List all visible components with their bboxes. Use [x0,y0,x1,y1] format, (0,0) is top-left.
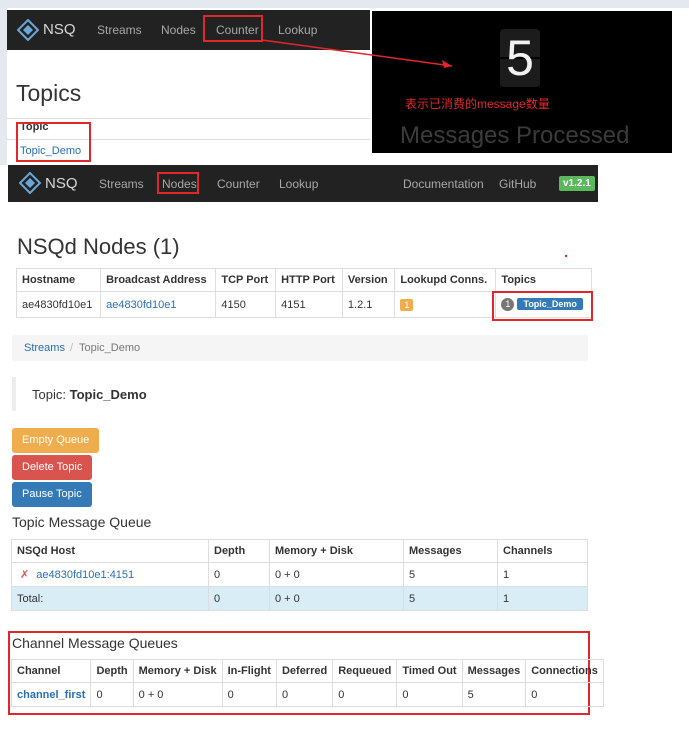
table-header-row: NSQd Host Depth Memory + Disk Messages C… [11,539,588,563]
channel-link[interactable]: channel_first [10,682,92,707]
messages-cell: 5 [461,682,527,707]
col-version: Version [341,268,396,292]
channels-cell: 1 [497,562,588,587]
brand[interactable]: NSQ [45,175,78,192]
messages-cell: 5 [403,562,498,587]
lookupd-badge: 1 [400,298,414,311]
col-connections: Connections [525,659,604,683]
cmq-table: Channel Depth Memory + Disk In-Flight De… [10,659,604,707]
total-depth: 0 [208,586,270,611]
second-navbar: NSQ Streams Nodes Counter Lookup Documen… [8,165,598,202]
col-messages: Messages [461,659,527,683]
nsq-logo-icon [19,172,41,194]
nav-streams[interactable]: Streams [99,177,144,191]
table-header-row: Hostname Broadcast Address TCP Port HTTP… [15,268,592,292]
highlight-topic-badge [492,291,593,321]
mem-cell: 0 + 0 [269,562,404,587]
breadcrumb-current: Topic_Demo [79,342,141,354]
breadcrumb-separator: / [70,342,74,354]
nav-lookup[interactable]: Lookup [279,177,318,191]
total-row: Total: 0 0 + 0 5 1 [11,586,588,611]
topic-header-label: Topic: [32,387,66,402]
col-http-port: HTTP Port [275,268,343,292]
table-row: channel_first 0 0 + 0 0 0 0 0 5 0 [10,682,604,707]
tombstone-icon[interactable]: ✗ [20,569,29,581]
tmq-title: Topic Message Queue [12,514,152,530]
host-link[interactable]: ae4830fd10e1:4151 [36,569,134,581]
broadcast-link[interactable]: ae4830fd10e1 [100,291,217,318]
cmq-title: Channel Message Queues [12,635,178,651]
breadcrumb-streams[interactable]: Streams [24,335,65,361]
col-hostname: Hostname [15,268,102,292]
nav-github[interactable]: GitHub [499,177,536,191]
depth-cell: 0 [90,682,134,707]
pause-topic-button[interactable]: Pause Topic [12,482,92,507]
requeued-cell: 0 [332,682,398,707]
table-row: ✗ ae4830fd10e1:4151 0 0 + 0 5 1 [11,562,588,587]
host-cell: ✗ ae4830fd10e1:4151 [11,562,209,587]
col-lookupd: Lookupd Conns. [394,268,497,292]
col-nsqd-host: NSQd Host [11,539,209,563]
mem-cell: 0 + 0 [132,682,223,707]
col-memory-disk: Memory + Disk [132,659,223,683]
highlight-nodes [157,172,199,194]
depth-cell: 0 [208,562,270,587]
nav-documentation[interactable]: Documentation [403,177,484,191]
connections-cell: 0 [525,682,604,707]
timedout-cell: 0 [396,682,463,707]
col-memory-disk: Memory + Disk [269,539,404,563]
col-deferred: Deferred [275,659,334,683]
col-in-flight: In-Flight [221,659,277,683]
col-requeued: Requeued [332,659,398,683]
col-topics: Topics [495,268,592,292]
total-channels: 1 [497,586,588,611]
col-broadcast: Broadcast Address [100,268,217,292]
nav-counter[interactable]: Counter [217,177,260,191]
version-badge: v1.2.1 [559,176,595,191]
total-messages: 5 [403,586,498,611]
delete-topic-button[interactable]: Delete Topic [12,455,93,480]
empty-queue-button[interactable]: Empty Queue [12,428,100,453]
topic-header-name: Topic_Demo [69,387,147,402]
lookupd-cell: 1 [394,291,497,318]
tcp-cell: 4150 [215,291,277,318]
col-timed-out: Timed Out [396,659,463,683]
deferred-cell: 0 [275,682,334,707]
col-channels: Channels [497,539,588,563]
hostname-cell: ae4830fd10e1 [15,291,102,318]
breadcrumb: Streams / Topic_Demo [12,335,588,361]
col-tcp-port: TCP Port [215,268,277,292]
col-messages: Messages [403,539,498,563]
total-mem: 0 + 0 [269,586,404,611]
inflight-cell: 0 [221,682,277,707]
version-cell: 1.2.1 [341,291,396,318]
topic-header: Topic: Topic_Demo [32,387,147,402]
col-depth: Depth [90,659,134,683]
http-cell: 4151 [275,291,343,318]
tmq-table: NSQd Host Depth Memory + Disk Messages C… [11,539,588,611]
nodes-title: NSQd Nodes (1) [17,234,180,259]
blockquote-bar [12,377,16,411]
col-channel: Channel [10,659,92,683]
total-label: Total: [11,586,209,611]
col-depth: Depth [208,539,270,563]
table-header-row: Channel Depth Memory + Disk In-Flight De… [10,659,604,683]
